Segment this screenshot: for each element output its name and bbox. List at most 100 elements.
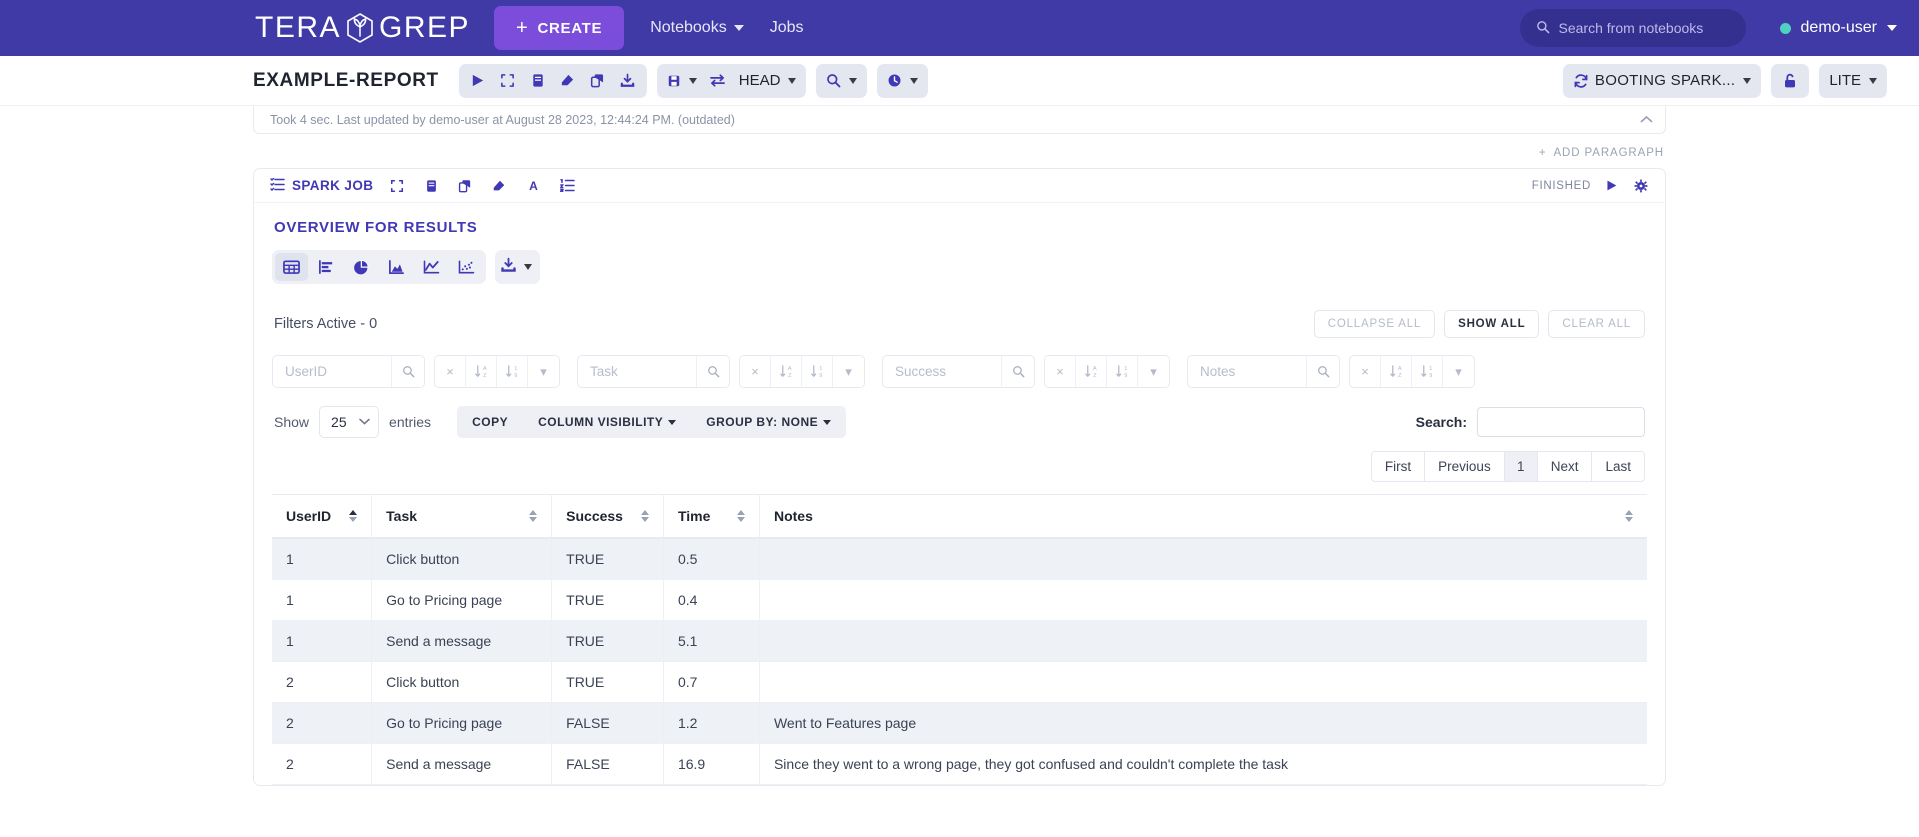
table-search-input[interactable] xyxy=(1477,407,1645,437)
search-icon[interactable] xyxy=(1001,356,1034,387)
spark-interpreter-button[interactable]: BOOTING SPARK... xyxy=(1567,66,1757,96)
pie-chart-icon[interactable] xyxy=(345,253,378,281)
filter-more-icon[interactable]: ▾ xyxy=(1138,356,1169,387)
sort-numeric-icon[interactable]: 19 xyxy=(1412,356,1443,387)
entries-select[interactable]: 25 xyxy=(319,406,380,438)
notebook-search-box[interactable]: Search from notebooks xyxy=(1519,9,1746,47)
filter-task-input[interactable] xyxy=(578,356,696,387)
table-header-row: UserID Task Success Time Notes xyxy=(272,494,1647,539)
filter-notes-input[interactable] xyxy=(1188,356,1306,387)
search-icon[interactable] xyxy=(696,356,729,387)
chevron-up-icon[interactable] xyxy=(1635,109,1657,131)
clear-all-button[interactable]: CLEAR ALL xyxy=(1548,310,1645,338)
schedule-group xyxy=(877,63,929,98)
show-hide-code-button[interactable] xyxy=(523,66,553,96)
sort-numeric-icon[interactable]: 19 xyxy=(1107,356,1138,387)
filter-userid-input[interactable] xyxy=(273,356,391,387)
search-icon[interactable] xyxy=(391,356,424,387)
filter-more-icon[interactable]: ▾ xyxy=(1443,356,1474,387)
lock-permissions-button[interactable] xyxy=(1775,66,1805,96)
show-all-button[interactable]: SHOW ALL xyxy=(1444,310,1540,338)
filter-success-input[interactable] xyxy=(883,356,1001,387)
add-paragraph-button[interactable]: + ADD PARAGRAPH xyxy=(1539,147,1664,159)
column-header-notes[interactable]: Notes xyxy=(759,494,1647,539)
collapse-all-button[interactable] xyxy=(493,66,523,96)
svg-text:1: 1 xyxy=(1429,366,1432,372)
page-first-button[interactable]: First xyxy=(1370,451,1426,482)
scatter-chart-icon[interactable] xyxy=(450,253,483,281)
add-paragraph-label: ADD PARAGRAPH xyxy=(1553,147,1664,159)
user-name-label: demo-user xyxy=(1800,19,1877,36)
sort-alpha-icon[interactable]: AZ xyxy=(771,356,802,387)
column-header-userid[interactable]: UserID xyxy=(272,494,373,539)
collapse-all-button[interactable]: COLLAPSE ALL xyxy=(1313,310,1436,338)
clone-icon[interactable] xyxy=(455,176,475,196)
page-previous-button[interactable]: Previous xyxy=(1424,451,1505,482)
entries-label: entries xyxy=(389,414,432,430)
column-header-userid-label: UserID xyxy=(286,508,332,524)
nav-item-jobs[interactable]: Jobs xyxy=(770,19,804,37)
table-view-icon[interactable] xyxy=(275,253,308,281)
cell-task: Send a message xyxy=(371,743,553,785)
sort-numeric-icon[interactable]: 19 xyxy=(497,356,528,387)
table-row[interactable]: 1 Go to Pricing page TRUE 0.4 xyxy=(272,579,1647,621)
sort-alpha-icon[interactable]: AZ xyxy=(466,356,497,387)
filter-clear-icon[interactable]: × xyxy=(740,356,771,387)
table-row[interactable]: 1 Send a message TRUE 5.1 xyxy=(272,620,1647,662)
sort-alpha-icon[interactable]: AZ xyxy=(1076,356,1107,387)
expand-icon[interactable] xyxy=(387,176,407,196)
find-button[interactable] xyxy=(820,66,863,96)
filter-more-icon[interactable]: ▾ xyxy=(833,356,864,387)
bar-chart-icon[interactable] xyxy=(310,253,343,281)
eraser-icon[interactable] xyxy=(489,176,509,196)
schedule-button[interactable] xyxy=(881,66,924,96)
column-visibility-button[interactable]: COLUMN VISIBILITY xyxy=(523,406,691,438)
user-menu[interactable]: demo-user xyxy=(1779,19,1897,37)
line-chart-icon[interactable] xyxy=(415,253,448,281)
page-1-button[interactable]: 1 xyxy=(1503,451,1538,482)
filter-task: × AZ 19 ▾ xyxy=(577,355,865,388)
nav-item-notebooks[interactable]: Notebooks xyxy=(650,19,744,37)
brand-logo[interactable]: TERA GREP xyxy=(255,11,470,45)
clear-output-button[interactable] xyxy=(553,66,583,96)
sort-numeric-icon[interactable]: 19 xyxy=(802,356,833,387)
revision-head-button[interactable]: HEAD xyxy=(733,66,803,96)
export-notebook-button[interactable] xyxy=(613,66,643,96)
paragraph-header: SPARK JOB A FINISHED xyxy=(254,169,1665,203)
save-version-button[interactable] xyxy=(661,66,703,96)
search-icon[interactable] xyxy=(1306,356,1339,387)
table-row[interactable]: 2 Go to Pricing page FALSE 1.2 Went to Featu… xyxy=(272,702,1647,744)
create-button[interactable]: + CREATE xyxy=(494,6,625,50)
mode-group: LITE xyxy=(1819,63,1887,98)
page-next-button[interactable]: Next xyxy=(1536,451,1593,482)
clone-notebook-button[interactable] xyxy=(583,66,613,96)
filter-clear-icon[interactable]: × xyxy=(1045,356,1076,387)
chevron-down-icon xyxy=(1743,77,1752,84)
gear-icon[interactable] xyxy=(1631,176,1651,196)
table-row[interactable]: 2 Send a message FALSE 16.9 Since they went … xyxy=(272,743,1647,785)
area-chart-icon[interactable] xyxy=(380,253,413,281)
copy-button[interactable]: COPY xyxy=(457,406,523,438)
column-header-time[interactable]: Time xyxy=(663,494,760,539)
book-icon[interactable] xyxy=(421,176,441,196)
mode-button[interactable]: LITE xyxy=(1823,66,1883,96)
plus-icon: + xyxy=(1538,147,1547,159)
table-row[interactable]: 2 Click button TRUE 0.7 xyxy=(272,661,1647,703)
order-list-icon[interactable] xyxy=(557,176,577,196)
run-icon[interactable] xyxy=(1601,176,1621,196)
font-icon[interactable]: A xyxy=(523,176,543,196)
filter-clear-icon[interactable]: × xyxy=(1350,356,1381,387)
table-row[interactable]: 1 Click button TRUE 0.5 xyxy=(272,538,1647,580)
online-status-icon xyxy=(1779,22,1791,34)
page-last-button[interactable]: Last xyxy=(1591,451,1645,482)
sort-alpha-icon[interactable]: AZ xyxy=(1381,356,1412,387)
run-all-button[interactable] xyxy=(463,66,493,96)
column-header-success[interactable]: Success xyxy=(551,494,664,539)
group-by-button[interactable]: GROUP BY: NONE xyxy=(691,406,846,438)
switch-revision-button[interactable] xyxy=(703,66,733,96)
column-header-task[interactable]: Task xyxy=(371,494,553,539)
filter-more-icon[interactable]: ▾ xyxy=(528,356,559,387)
filter-clear-icon[interactable]: × xyxy=(435,356,466,387)
list-icon xyxy=(270,177,285,194)
download-results-button[interactable] xyxy=(495,250,540,284)
